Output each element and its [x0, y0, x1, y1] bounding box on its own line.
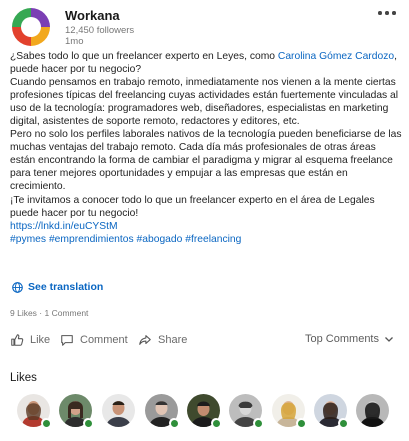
globe-icon [12, 281, 23, 293]
post-text-segment: ¿Sabes todo lo que un freelancer experto… [10, 51, 278, 62]
post-paragraph-3: Pero no solo los perfiles laborales nati… [10, 129, 402, 193]
avatar[interactable] [102, 394, 135, 427]
online-status-icon [83, 418, 93, 428]
avatar[interactable] [145, 394, 179, 428]
online-status-icon [338, 418, 348, 428]
post-url-link[interactable]: https://lnkd.in/euCYStM [10, 220, 402, 233]
hashtag-list: #pymes #emprendimientos #abogado #freela… [10, 233, 402, 246]
likers-avatar-row [17, 394, 397, 430]
see-translation-button[interactable]: See translation [12, 281, 103, 293]
avatar[interactable] [314, 394, 348, 428]
see-translation-label: See translation [28, 281, 104, 293]
comment-label: Comment [80, 334, 128, 346]
avatar-image [102, 394, 135, 427]
thumbs-up-icon [11, 334, 24, 346]
like-label: Like [30, 334, 51, 346]
comment-icon [61, 335, 73, 346]
action-bar: Like Comment Share Top Comments [10, 333, 400, 351]
post-header: Workana 12,450 followers 1mo [10, 6, 400, 47]
post-paragraph-1: ¿Sabes todo lo que un freelancer experto… [10, 50, 402, 76]
share-icon [139, 335, 151, 345]
online-status-icon [169, 418, 179, 428]
hashtag-link[interactable]: #freelancing [185, 234, 241, 245]
mention-link[interactable]: Carolina Gómez Cardozo [278, 51, 394, 62]
share-button[interactable]: Share [138, 333, 187, 347]
hashtag-link[interactable]: #pymes [10, 234, 46, 245]
online-status-icon [253, 418, 263, 428]
hashtag-link[interactable]: #emprendimientos [49, 234, 134, 245]
chevron-down-icon [385, 337, 393, 342]
follower-count: 12,450 followers [65, 25, 135, 36]
comment-button[interactable]: Comment [60, 333, 128, 347]
avatar[interactable] [59, 394, 93, 428]
comment-sort-label: Top Comments [305, 333, 379, 345]
online-status-icon [211, 418, 221, 428]
likes-heading: Likes [10, 372, 37, 384]
post-paragraph-2: Cuando pensamos en trabajo remoto, inmed… [10, 77, 399, 128]
avatar[interactable] [356, 394, 389, 427]
avatar[interactable] [187, 394, 221, 428]
avatar[interactable] [272, 394, 306, 428]
online-status-icon [296, 418, 306, 428]
workana-logo[interactable] [12, 8, 50, 46]
author-name[interactable]: Workana [65, 8, 120, 23]
online-status-icon [41, 418, 51, 428]
more-options-icon[interactable] [378, 8, 396, 18]
avatar[interactable] [229, 394, 263, 428]
post-paragraph-4: ¡Te invitamos a conocer todo lo que un f… [10, 194, 375, 219]
post-text: ¿Sabes todo lo que un freelancer experto… [10, 50, 402, 246]
avatar-image [356, 394, 389, 427]
post-age: 1mo [65, 36, 84, 47]
avatar[interactable] [17, 394, 51, 428]
like-button[interactable]: Like [10, 333, 50, 347]
hashtag-link[interactable]: #abogado [137, 234, 183, 245]
share-label: Share [158, 334, 188, 346]
comment-sort-dropdown[interactable]: Top Comments [305, 333, 394, 345]
social-counts[interactable]: 9 Likes · 1 Comment [10, 308, 88, 318]
